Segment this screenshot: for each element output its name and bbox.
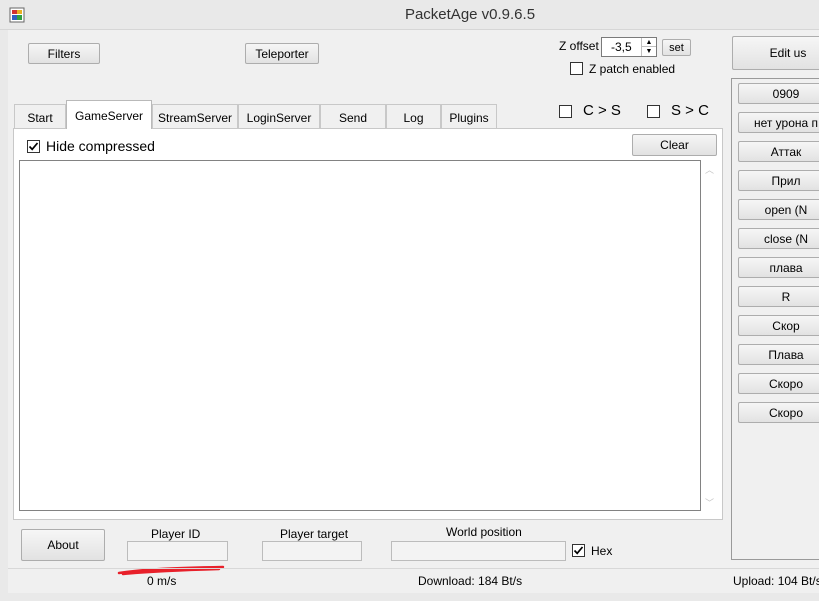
stepper-up-icon[interactable]: ▲	[641, 38, 656, 47]
window-title: PacketAge v0.9.6.5	[404, 6, 536, 23]
side-action-label: close (N	[763, 231, 808, 246]
download-status: Download: 184 Bt/s	[418, 574, 523, 588]
side-action-label: Скоро	[768, 376, 804, 391]
s-to-c-label: S > C	[671, 102, 709, 119]
clear-button[interactable]: Clear	[632, 134, 717, 156]
side-action-label: плава	[769, 260, 803, 275]
side-action-label: нет урона п	[753, 115, 819, 130]
hide-compressed-label: Hide compressed	[46, 138, 155, 154]
edit-user-label: Edit us	[769, 46, 807, 60]
hex-label: Hex	[591, 544, 613, 558]
tab-gameserver[interactable]: GameServer	[66, 100, 152, 129]
tab-send[interactable]: Send	[320, 104, 386, 128]
side-action-label: open (N	[764, 202, 808, 217]
tab-streamserver[interactable]: StreamServer	[152, 104, 238, 128]
side-action-label: 0909	[772, 86, 800, 101]
side-action-label: Скор	[772, 318, 800, 333]
side-action-button[interactable]: Скоро	[738, 402, 819, 423]
player-id-label: Player ID	[151, 527, 201, 541]
side-action-button[interactable]: Скор	[738, 315, 819, 336]
hex-checkbox[interactable]	[572, 544, 585, 557]
filters-button[interactable]: Filters	[28, 43, 100, 64]
tab-start[interactable]: Start	[14, 104, 66, 128]
side-action-button[interactable]: плава	[738, 257, 819, 278]
checkmark-icon	[573, 546, 584, 555]
c-to-s-label: C > S	[583, 102, 621, 119]
window-frame-bottom	[0, 593, 819, 601]
c-to-s-checkbox[interactable]	[559, 105, 572, 118]
side-action-button[interactable]: Аттак	[738, 141, 819, 162]
speed-status: 0 m/s	[147, 574, 177, 588]
about-button[interactable]: About	[21, 529, 105, 561]
z-offset-stepper[interactable]: -3,5 ▲ ▼	[601, 37, 657, 57]
side-action-label: Плава	[768, 347, 804, 362]
side-action-label: Прил	[771, 173, 801, 188]
teleporter-button[interactable]: Teleporter	[245, 43, 319, 64]
z-patch-label: Z patch enabled	[589, 62, 676, 76]
side-action-button[interactable]: Скоро	[738, 373, 819, 394]
z-patch-checkbox[interactable]	[570, 62, 583, 75]
world-position-label: World position	[446, 525, 522, 539]
side-action-button[interactable]: R	[738, 286, 819, 307]
side-action-button[interactable]: нет урона п	[738, 112, 819, 133]
set-button[interactable]: set	[662, 39, 691, 56]
window-frame-left	[0, 30, 8, 601]
z-offset-label: Z offset	[559, 39, 599, 53]
scroll-up-icon[interactable]: ︿	[701, 163, 718, 176]
tab-log[interactable]: Log	[386, 104, 441, 128]
side-action-label: Аттак	[770, 144, 802, 159]
side-action-label: R	[781, 289, 791, 304]
player-target-field	[262, 541, 362, 561]
tab-loginserver[interactable]: LoginServer	[238, 104, 320, 128]
world-position-field	[391, 541, 566, 561]
side-action-label: Скоро	[768, 405, 804, 420]
scroll-down-icon[interactable]: ﹀	[701, 496, 718, 509]
tab-plugins[interactable]: Plugins	[441, 104, 497, 128]
player-target-label: Player target	[280, 527, 349, 541]
upload-status: Upload: 104 Bt/s	[733, 574, 819, 588]
side-action-button[interactable]: Прил	[738, 170, 819, 191]
stepper-down-icon[interactable]: ▼	[641, 47, 656, 56]
side-action-button[interactable]: 0909	[738, 83, 819, 104]
side-action-button[interactable]: close (N	[738, 228, 819, 249]
side-action-button[interactable]: open (N	[738, 199, 819, 220]
player-id-field	[127, 541, 228, 561]
status-separator	[8, 568, 819, 569]
s-to-c-checkbox[interactable]	[647, 105, 660, 118]
hide-compressed-checkbox[interactable]	[27, 140, 40, 153]
z-offset-value[interactable]: -3,5	[611, 40, 632, 54]
packet-log-area[interactable]	[19, 160, 701, 511]
log-scrollbar[interactable]: ︿ ﹀	[701, 160, 718, 511]
edit-user-button[interactable]: Edit us	[732, 36, 819, 70]
checkmark-icon	[28, 142, 39, 151]
side-action-button[interactable]: Плава	[738, 344, 819, 365]
